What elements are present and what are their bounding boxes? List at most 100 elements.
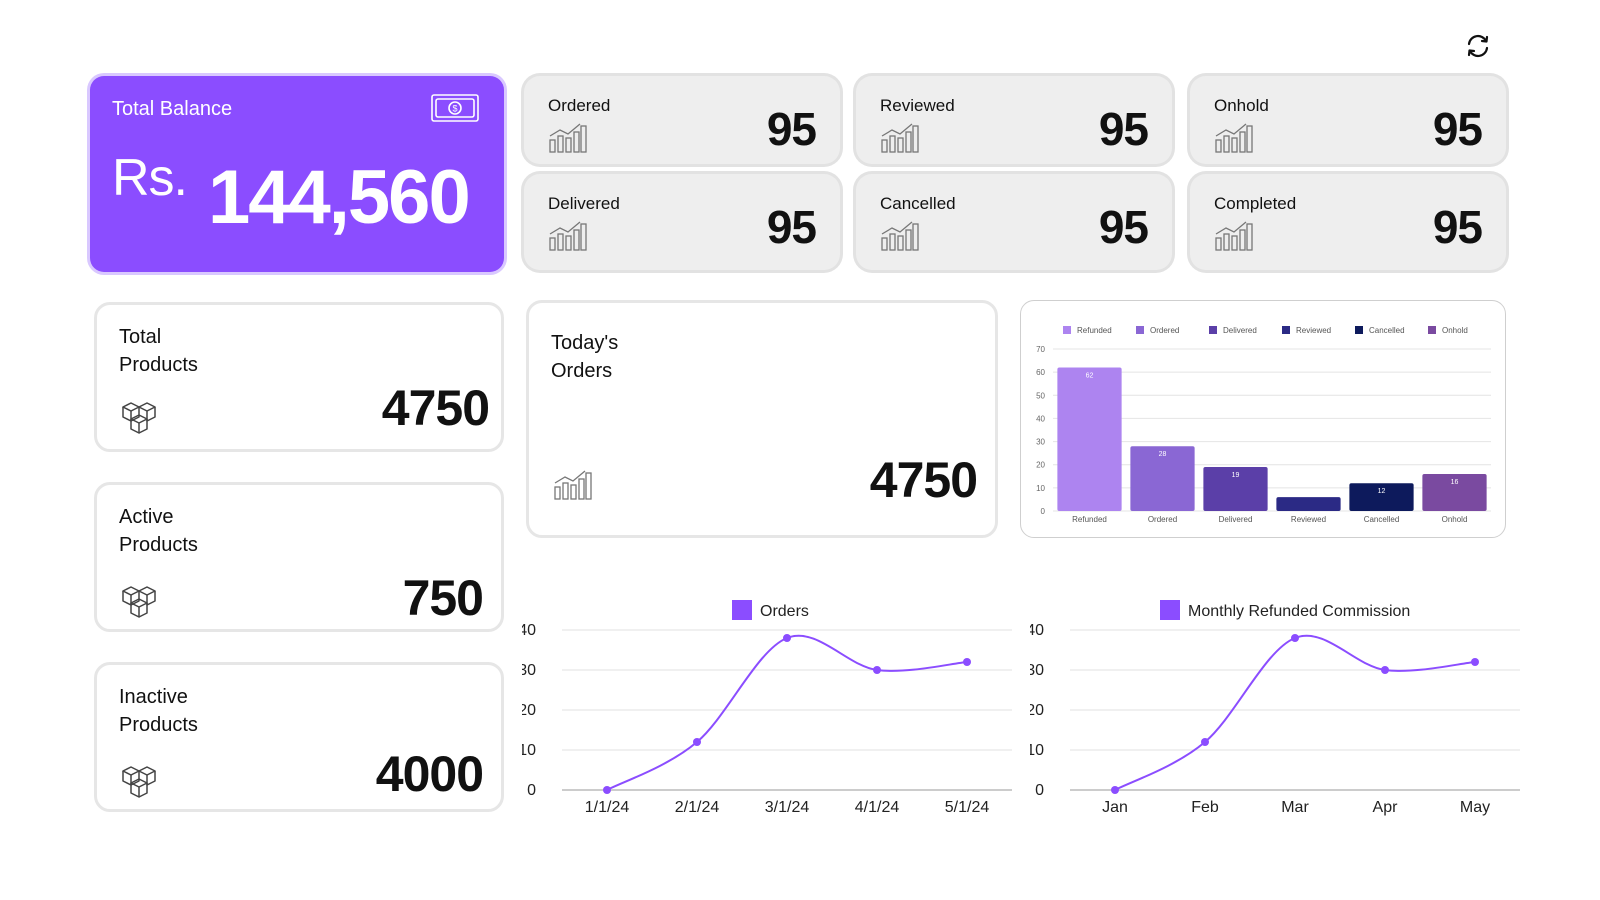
legend-swatch xyxy=(1428,326,1436,334)
active-products-card[interactable]: Active Products 750 xyxy=(94,482,504,632)
x-tick-label: Feb xyxy=(1191,799,1219,816)
bar-growth-icon xyxy=(549,123,587,153)
stat-card-onhold[interactable]: Onhold 95 xyxy=(1190,76,1506,164)
legend-label: Ordered xyxy=(1150,326,1179,335)
y-tick-label: 40 xyxy=(1036,414,1045,423)
refresh-icon[interactable] xyxy=(1462,30,1494,62)
stat-label: Completed xyxy=(1214,194,1297,213)
y-tick-label: 30 xyxy=(522,662,536,679)
boxes-icon xyxy=(122,766,156,798)
stat-card-cancelled[interactable]: Cancelled 95 xyxy=(856,174,1172,270)
stat-label: Onhold xyxy=(1214,96,1269,115)
legend-swatch xyxy=(1136,326,1144,334)
x-tick-label: Reviewed xyxy=(1291,515,1326,524)
dashboard: Total Balance $ Rs. 144,560 Ordered 95 R… xyxy=(0,0,1600,900)
data-point xyxy=(693,738,701,746)
y-tick-label: 50 xyxy=(1036,391,1045,400)
legend-swatch xyxy=(1063,326,1071,334)
bar-chart-svg: Refunded Ordered Delivered Reviewed Cancelle… xyxy=(1036,326,1491,524)
data-point xyxy=(963,658,971,666)
currency-symbol: Rs. xyxy=(112,149,188,207)
stat-card-ordered[interactable]: Ordered 95 xyxy=(524,76,840,164)
data-point xyxy=(1111,786,1119,794)
legend-swatch xyxy=(732,600,752,620)
boxes-icon xyxy=(122,586,156,618)
total-balance-card: Total Balance $ Rs. 144,560 xyxy=(90,76,504,272)
x-tick-label: Jan xyxy=(1102,799,1128,816)
stat-label: Cancelled xyxy=(880,194,956,213)
y-tick-label: 40 xyxy=(1030,622,1044,639)
x-tick-label: 3/1/24 xyxy=(765,799,810,816)
x-tick-label: Mar xyxy=(1281,799,1309,816)
stat-value: 95 xyxy=(1432,201,1483,253)
legend-swatch xyxy=(1209,326,1217,334)
y-tick-label: 30 xyxy=(1036,438,1045,447)
y-tick-label: 10 xyxy=(522,742,536,759)
stat-label: Reviewed xyxy=(880,96,955,115)
data-point xyxy=(1381,666,1389,674)
bar-data-label: 16 xyxy=(1451,479,1459,486)
inactive-products-card[interactable]: Inactive Products 4000 xyxy=(94,662,504,812)
legend-label: Monthly Refunded Commission xyxy=(1188,603,1410,620)
bar-growth-icon xyxy=(881,221,919,251)
x-tick-label: 5/1/24 xyxy=(945,799,990,816)
y-tick-label: 70 xyxy=(1036,345,1045,354)
stat-card-completed[interactable]: Completed 95 xyxy=(1190,174,1506,270)
legend-label: Refunded xyxy=(1077,326,1112,335)
x-tick-label: 4/1/24 xyxy=(855,799,900,816)
x-tick-label: Delivered xyxy=(1219,515,1253,524)
x-tick-label: Cancelled xyxy=(1364,515,1400,524)
y-tick-label: 20 xyxy=(1030,702,1044,719)
stat-value: 95 xyxy=(1098,103,1149,155)
legend-label: Reviewed xyxy=(1296,326,1331,335)
data-point xyxy=(783,634,791,642)
stat-card-reviewed[interactable]: Reviewed 95 xyxy=(856,76,1172,164)
bar xyxy=(1057,367,1122,511)
x-tick-label: Apr xyxy=(1373,799,1399,816)
bar-growth-icon xyxy=(1215,123,1253,153)
y-tick-label: 10 xyxy=(1036,484,1045,493)
stat-value: 95 xyxy=(766,103,817,155)
bar-growth-icon xyxy=(881,123,919,153)
boxes-icon xyxy=(122,402,156,434)
refunded-commission-line-chart: Monthly Refunded Commission 0 10 20 30 40 Jan F… xyxy=(1030,590,1530,830)
data-point xyxy=(873,666,881,674)
y-tick-label: 0 xyxy=(527,782,536,799)
svg-text:$: $ xyxy=(452,104,457,114)
total-products-label: Total Products xyxy=(119,326,198,376)
y-tick-label: 40 xyxy=(522,622,536,639)
stat-card-delivered[interactable]: Delivered 95 xyxy=(524,174,840,270)
legend-label: Cancelled xyxy=(1369,326,1405,335)
x-tick-label: May xyxy=(1460,799,1490,816)
stat-value: 95 xyxy=(1432,103,1483,155)
bar xyxy=(1276,497,1341,511)
todays-orders-card[interactable]: Today's Orders 4750 xyxy=(526,300,998,538)
data-point xyxy=(1201,738,1209,746)
active-products-label: Active Products xyxy=(119,506,198,556)
y-tick-label: 20 xyxy=(522,702,536,719)
total-products-value: 4750 xyxy=(381,380,490,436)
x-tick-label: Onhold xyxy=(1442,515,1468,524)
legend-label: Orders xyxy=(760,603,809,620)
balance-amount: 144,560 xyxy=(208,155,471,240)
y-tick-label: 0 xyxy=(1041,507,1046,516)
inactive-products-label: Inactive Products xyxy=(119,686,198,736)
legend-swatch xyxy=(1160,600,1180,620)
bar-data-label: 62 xyxy=(1086,373,1094,380)
orders-line-chart: Orders 0 10 20 30 40 1/1/24 2/1/24 3/1/24 4/1/24 5… xyxy=(522,590,1022,830)
bar-data-label: 19 xyxy=(1232,472,1240,479)
bar-data-label: 28 xyxy=(1159,451,1167,458)
legend-swatch xyxy=(1282,326,1290,334)
y-tick-label: 30 xyxy=(1030,662,1044,679)
stat-value: 95 xyxy=(1098,201,1149,253)
data-point xyxy=(1471,658,1479,666)
total-products-card[interactable]: Total Products 4750 xyxy=(94,302,504,452)
bar-growth-icon xyxy=(1215,221,1253,251)
series-line xyxy=(1114,634,1476,791)
x-tick-label: 1/1/24 xyxy=(585,799,630,816)
bar-growth-icon xyxy=(549,221,587,251)
x-tick-label: Refunded xyxy=(1072,515,1107,524)
total-balance-label: Total Balance xyxy=(112,98,233,120)
bar-data-label: 12 xyxy=(1378,488,1386,495)
active-products-value: 750 xyxy=(402,570,484,626)
